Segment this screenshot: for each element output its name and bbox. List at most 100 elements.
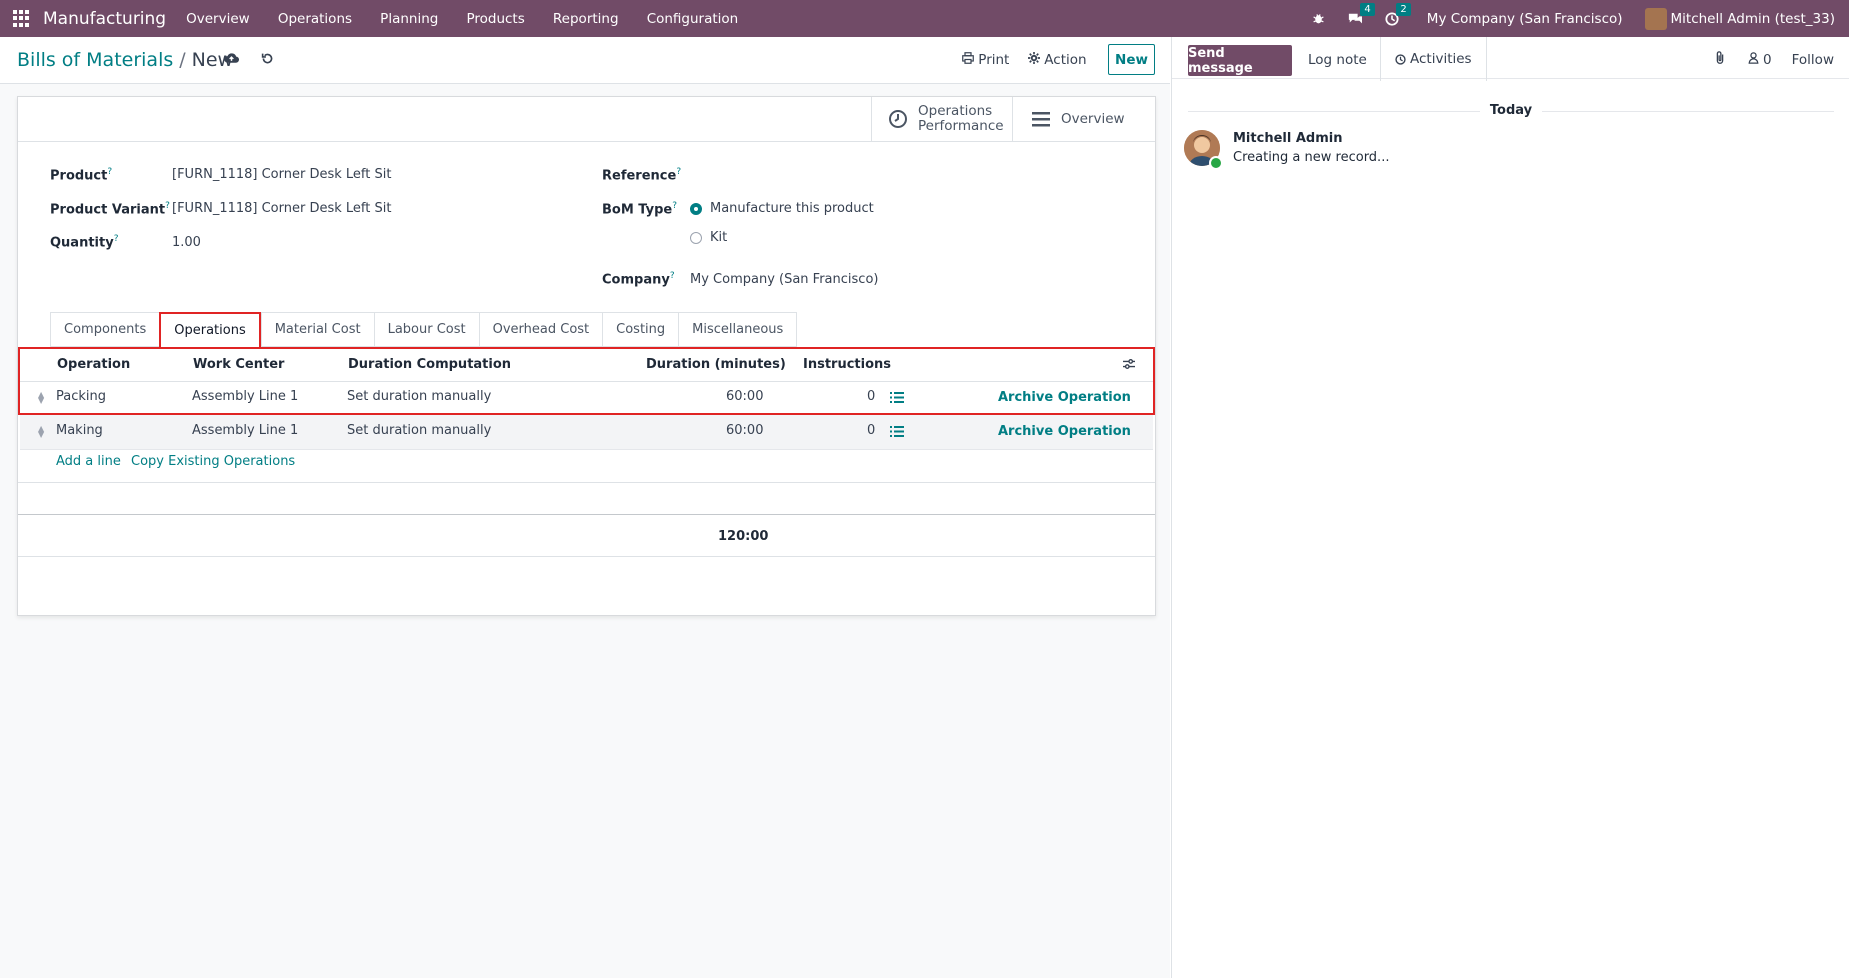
col-duration[interactable]: Duration (minutes) <box>646 357 786 372</box>
menu-overview[interactable]: Overview <box>186 11 250 27</box>
company-field[interactable]: My Company (San Francisco) <box>690 272 878 287</box>
row-duration-computation[interactable]: Set duration manually <box>347 423 491 438</box>
breadcrumb: Bills of Materials / New <box>17 49 234 71</box>
quantity-label: Quantity? <box>50 234 119 251</box>
activities-counter: 2 <box>1396 2 1411 16</box>
product-variant-field[interactable]: [FURN_1118] Corner Desk Left Sit <box>172 201 391 216</box>
messages-counter: 4 <box>1360 2 1375 16</box>
bom-type-manufacture-radio[interactable] <box>690 203 702 215</box>
drag-handle-icon[interactable]: ▲ ▼ <box>38 425 46 439</box>
tab-miscellaneous[interactable]: Miscellaneous <box>678 312 798 347</box>
send-message-button[interactable]: Send message <box>1188 45 1292 76</box>
follow-button[interactable]: Follow <box>1792 52 1834 68</box>
overview-button[interactable]: Overview <box>1012 97 1155 141</box>
row-work-center[interactable]: Assembly Line 1 <box>192 423 298 438</box>
instructions-list-icon[interactable] <box>890 426 904 441</box>
menu-planning[interactable]: Planning <box>380 11 438 27</box>
table-header: Operation Work Center Duration Computati… <box>20 349 1153 382</box>
total-duration: 120:00 <box>718 529 769 544</box>
app-menu-icon[interactable] <box>13 9 31 28</box>
tab-labour-cost[interactable]: Labour Cost <box>373 312 479 347</box>
user-avatar[interactable] <box>1644 7 1667 30</box>
reference-field[interactable] <box>690 167 1130 185</box>
chatter-actions: 0 Follow <box>1714 51 1834 69</box>
drag-handle-icon[interactable]: ▲ ▼ <box>38 391 46 405</box>
tab-costing[interactable]: Costing <box>602 312 679 347</box>
instructions-list-icon[interactable] <box>890 392 904 407</box>
archive-operation-button[interactable]: Archive Operation <box>998 424 1131 439</box>
control-panel: Bills of Materials / New Print Action New <box>0 37 1170 84</box>
save-cloud-icon[interactable] <box>224 52 240 68</box>
action-button[interactable]: Action <box>1028 52 1087 68</box>
operations-performance-button[interactable]: Operations Performance <box>871 97 1012 141</box>
optional-columns-icon[interactable] <box>1122 358 1136 374</box>
online-status-icon <box>1209 156 1223 170</box>
notebook-tabs: Components Operations Material Cost Labo… <box>50 312 798 349</box>
bug-icon[interactable] <box>1312 12 1325 25</box>
menu-products[interactable]: Products <box>466 11 524 27</box>
activities-clock-icon[interactable]: 2 <box>1385 2 1411 26</box>
paperclip-icon[interactable] <box>1714 51 1726 69</box>
company-label: Company? <box>602 271 675 288</box>
menu-reporting[interactable]: Reporting <box>553 11 619 27</box>
bom-type-manufacture-label[interactable]: Manufacture this product <box>710 201 874 216</box>
row-duration[interactable]: 60:00 <box>726 389 763 404</box>
quantity-field[interactable]: 1.00 <box>172 235 201 250</box>
activities-button[interactable]: Activities <box>1380 37 1487 81</box>
archive-operation-button[interactable]: Archive Operation <box>998 390 1131 405</box>
row-operation[interactable]: Packing <box>56 389 106 404</box>
row-instructions-count: 0 <box>867 423 876 438</box>
tab-overhead-cost[interactable]: Overhead Cost <box>478 312 603 347</box>
chatter-topbar: Send message Log note Activities 0 Follo… <box>1172 37 1849 81</box>
systray: 4 2 My Company (San Francisco) Mitchell … <box>1312 0 1835 37</box>
message-author[interactable]: Mitchell Admin <box>1233 131 1342 146</box>
main-menu: Overview Operations Planning Products Re… <box>186 11 762 27</box>
chatter-panel: Send message Log note Activities 0 Follo… <box>1171 37 1849 978</box>
menu-operations[interactable]: Operations <box>278 11 352 27</box>
followers-button[interactable]: 0 <box>1748 52 1772 68</box>
operations-table: Operation Work Center Duration Computati… <box>18 347 1155 450</box>
divider <box>18 482 1155 483</box>
table-row[interactable]: ▲ ▼ Making Assembly Line 1 Set duration m… <box>20 415 1153 450</box>
company-switcher[interactable]: My Company (San Francisco) <box>1427 11 1623 27</box>
print-button[interactable]: Print <box>962 52 1009 68</box>
clock-icon <box>1395 53 1406 65</box>
row-operation[interactable]: Making <box>56 423 103 438</box>
col-work-center[interactable]: Work Center <box>193 357 284 372</box>
col-instructions[interactable]: Instructions <box>803 357 891 372</box>
log-note-button[interactable]: Log note <box>1308 52 1367 68</box>
row-duration[interactable]: 60:00 <box>726 423 763 438</box>
user-icon <box>1748 52 1759 64</box>
col-duration-computation[interactable]: Duration Computation <box>348 357 511 372</box>
col-operation[interactable]: Operation <box>57 357 130 372</box>
row-work-center[interactable]: Assembly Line 1 <box>192 389 298 404</box>
reference-label: Reference? <box>602 167 682 184</box>
discard-icon[interactable] <box>261 52 274 69</box>
top-navbar: Manufacturing Overview Operations Planni… <box>0 0 1849 37</box>
messages-icon[interactable]: 4 <box>1347 2 1375 26</box>
copy-existing-operations-link[interactable]: Copy Existing Operations <box>131 454 295 469</box>
divider <box>18 556 1155 557</box>
product-field[interactable]: [FURN_1118] Corner Desk Left Sit <box>172 167 391 182</box>
row-duration-computation[interactable]: Set duration manually <box>347 389 491 404</box>
divider <box>18 514 1155 515</box>
tab-material-cost[interactable]: Material Cost <box>260 312 374 347</box>
app-brand[interactable]: Manufacturing <box>43 9 166 29</box>
message-body: Creating a new record... <box>1233 150 1390 165</box>
add-a-line-link[interactable]: Add a line <box>56 454 121 469</box>
tab-components[interactable]: Components <box>50 312 160 347</box>
tab-operations[interactable]: Operations <box>159 312 261 349</box>
date-separator: Today <box>1172 103 1849 118</box>
bom-type-kit-radio[interactable] <box>690 232 702 244</box>
user-menu[interactable]: Mitchell Admin (test_33) <box>1671 11 1835 27</box>
gear-icon <box>1028 52 1040 64</box>
table-row[interactable]: ▲ ▼ Packing Assembly Line 1 Set duration … <box>20 381 1153 416</box>
product-variant-label: Product Variant? <box>50 201 170 218</box>
new-button[interactable]: New <box>1108 44 1155 75</box>
form-sheet: Operations Performance Overview Product?… <box>17 96 1156 616</box>
row-instructions-count: 0 <box>867 389 876 404</box>
breadcrumb-parent[interactable]: Bills of Materials <box>17 49 173 71</box>
bom-type-kit-label[interactable]: Kit <box>710 230 727 245</box>
menu-configuration[interactable]: Configuration <box>647 11 739 27</box>
bom-type-label: BoM Type? <box>602 201 678 218</box>
